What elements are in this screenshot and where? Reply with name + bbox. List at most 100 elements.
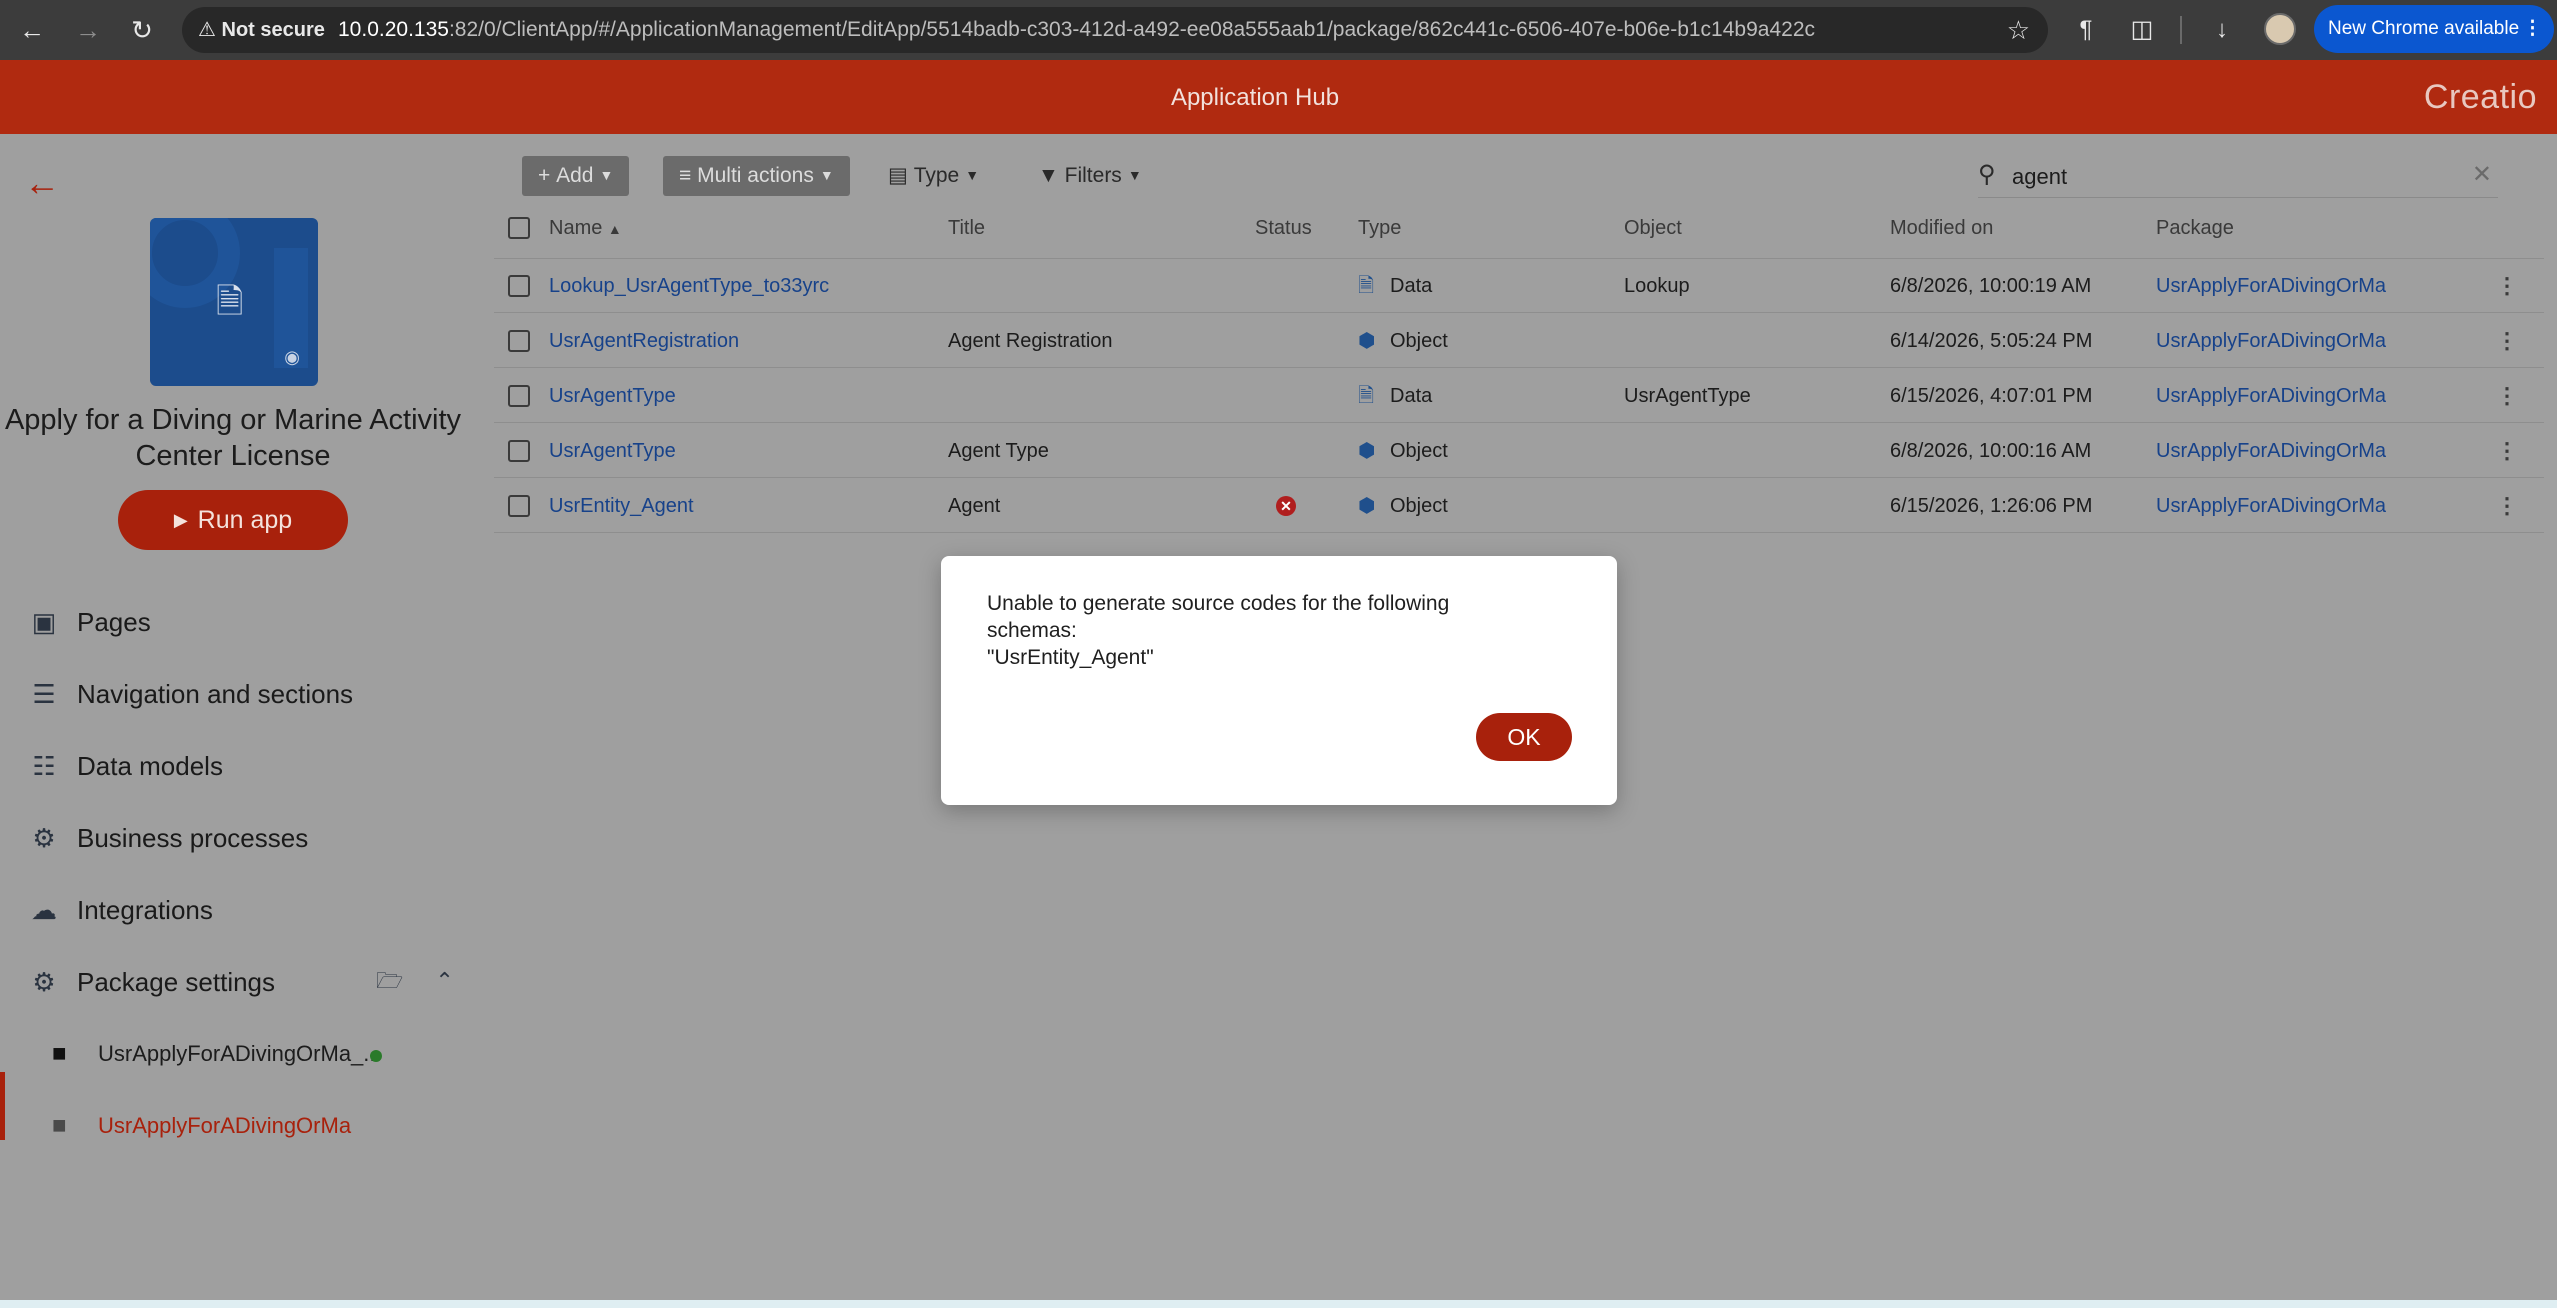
schema-package-link[interactable]: UsrApplyForADivingOrMa	[2156, 369, 2386, 423]
not-secure-label: Not secure	[221, 19, 325, 41]
funnel-icon: ▼	[1038, 164, 1059, 187]
schema-name-link[interactable]: UsrAgentRegistration	[549, 314, 739, 368]
schema-package-link[interactable]: UsrApplyForADivingOrMa	[2156, 259, 2386, 313]
row-menu-icon[interactable]: ⋮	[2496, 479, 2518, 533]
column-object[interactable]: Object	[1624, 208, 1682, 248]
back-arrow-icon[interactable]: ←	[24, 162, 60, 204]
reload-icon[interactable]: ↻	[124, 12, 160, 48]
row-menu-icon[interactable]: ⋮	[2496, 369, 2518, 423]
browser-toolbar: ← → ↻ ⚠ Not secure 10.0.20.135:82/0/Clie…	[0, 0, 2557, 60]
schema-modified: 6/8/2026, 10:00:16 AM	[1890, 440, 2092, 462]
schema-modified: 6/15/2026, 4:07:01 PM	[1890, 385, 2093, 407]
address-bar[interactable]: ⚠ Not secure 10.0.20.135:82/0/ClientApp/…	[182, 7, 2048, 53]
window-icon: ▣	[31, 607, 57, 637]
row-checkbox[interactable]	[508, 495, 530, 517]
schema-type-label: Object	[1390, 440, 1448, 462]
schema-package-link[interactable]: UsrApplyForADivingOrMa	[2156, 424, 2386, 478]
schema-package-link[interactable]: UsrApplyForADivingOrMa	[2156, 314, 2386, 368]
menu-item-label: Pages	[77, 607, 151, 637]
add-folder-icon[interactable]: 🗁	[376, 968, 403, 993]
play-icon: ▶	[173, 510, 188, 530]
new-chrome-available-button[interactable]: New Chrome available ⋮	[2314, 5, 2554, 53]
forward-icon[interactable]: →	[70, 12, 106, 48]
row-checkbox[interactable]	[508, 440, 530, 462]
creatio-logo: Creatio	[2423, 78, 2537, 116]
column-package[interactable]: Package	[2156, 208, 2234, 248]
type-label: Type	[913, 164, 960, 187]
schema-object: UsrAgentType	[1624, 385, 1751, 407]
row-menu-icon[interactable]: ⋮	[2496, 259, 2518, 313]
profile-avatar[interactable]	[2264, 13, 2296, 45]
plus-icon: +	[538, 164, 551, 187]
ok-button[interactable]: OK	[1476, 713, 1572, 761]
column-title[interactable]: Title	[948, 208, 985, 248]
caret-down-icon: ▼	[819, 167, 834, 183]
reading-mode-icon[interactable]: ¶	[2068, 12, 2104, 48]
row-menu-icon[interactable]: ⋮	[2496, 314, 2518, 368]
schema-modified: 6/14/2026, 5:05:24 PM	[1890, 330, 2093, 352]
caret-down-icon: ▼	[1127, 167, 1142, 183]
process-icon: ⚙	[32, 823, 56, 853]
cube-icon: ⬢	[1358, 330, 1376, 352]
back-icon[interactable]: ←	[14, 12, 50, 48]
bookmark-star-icon[interactable]: ☆	[2007, 14, 2030, 46]
gear-icon: ⚙	[32, 967, 56, 997]
table-row[interactable]: UsrEntity_Agent Agent ✕ ⬢ Object 6/15/202…	[494, 479, 2544, 533]
schema-name-link[interactable]: UsrEntity_Agent	[549, 479, 694, 533]
close-icon[interactable]: ✕	[2472, 160, 2492, 189]
row-menu-icon[interactable]: ⋮	[2496, 424, 2518, 478]
url-text[interactable]: 10.0.20.135:82/0/ClientApp/#/Application…	[338, 18, 1815, 42]
document-icon: 🗎	[216, 283, 244, 321]
run-app-button[interactable]: ▶ Run app	[118, 490, 348, 550]
more-options-icon: ⋮	[2523, 18, 2542, 39]
column-status[interactable]: Status	[1255, 208, 1312, 248]
row-checkbox[interactable]	[508, 330, 530, 352]
cube-icon: ⬢	[1358, 495, 1376, 517]
schema-type-label: Object	[1390, 330, 1448, 352]
schema-name-link[interactable]: Lookup_UsrAgentType_to33yrc	[549, 259, 829, 313]
grid-header: Name ▲ Title Status Type Object Modified…	[494, 208, 2544, 248]
row-checkbox[interactable]	[508, 385, 530, 407]
table-row[interactable]: UsrAgentType 🗎 Data UsrAgentType 6/15/202…	[494, 369, 2544, 423]
caret-down-icon: ▼	[599, 167, 614, 183]
error-status-icon[interactable]: ✕	[1276, 496, 1296, 516]
column-type[interactable]: Type	[1358, 208, 1401, 248]
schema-type: ⬢ Object	[1358, 479, 1448, 533]
table-row[interactable]: Lookup_UsrAgentType_to33yrc 🗎 Data Lookup…	[494, 259, 2544, 313]
filters-button[interactable]: ▼ Filters ▼	[1038, 156, 1142, 196]
add-button[interactable]: + Add ▼	[522, 156, 630, 196]
schema-type: ⬢ Object	[1358, 424, 1448, 478]
table-row[interactable]: UsrAgentType Agent Type ⬢ Object 6/8/2026…	[494, 424, 2544, 478]
folder-icon: ■	[52, 1112, 67, 1139]
type-filter-button[interactable]: ▤ Type ▼	[888, 156, 979, 196]
package-actions: 🗁 ⌃	[376, 964, 454, 994]
multi-actions-button[interactable]: ≡ Multi actions ▼	[663, 156, 850, 196]
schema-title: Agent	[948, 495, 1001, 517]
new-chrome-label: New Chrome available	[2328, 18, 2520, 39]
column-name[interactable]: Name ▲	[549, 208, 622, 249]
cube-icon: ⬢	[1358, 440, 1376, 462]
table-row[interactable]: UsrAgentRegistration Agent Registration …	[494, 314, 2544, 368]
eye-icon[interactable]: ◉	[284, 347, 300, 368]
schema-name-link[interactable]: UsrAgentType	[549, 424, 676, 478]
download-icon[interactable]: ↓	[2204, 12, 2240, 48]
lines-icon: ≡	[679, 164, 692, 187]
document-icon: 🗎	[1358, 275, 1375, 297]
schema-package-link[interactable]: UsrApplyForADivingOrMa	[2156, 479, 2386, 533]
search-value: agent	[2012, 164, 2068, 189]
menu-item-label: Navigation and sections	[77, 679, 354, 709]
schema-name-link[interactable]: UsrAgentType	[549, 369, 676, 423]
column-modified[interactable]: Modified on	[1890, 208, 1993, 248]
row-checkbox[interactable]	[508, 275, 530, 297]
list-icon: ☰	[32, 679, 56, 709]
select-all-checkbox[interactable]	[508, 217, 530, 239]
chevron-up-icon[interactable]: ⌃	[435, 968, 453, 993]
active-indicator	[0, 1072, 5, 1140]
database-icon: ☷	[32, 751, 56, 781]
package-label: UsrApplyForADivingOrMa	[98, 1113, 352, 1138]
extensions-icon[interactable]: ◫	[2124, 12, 2160, 48]
menu-item-label: Integrations	[77, 895, 213, 925]
cloud-icon: ☁	[31, 895, 57, 925]
search-input[interactable]: ⚲ agent ✕	[1978, 154, 2498, 198]
not-secure-indicator[interactable]: ⚠ Not secure	[198, 18, 348, 42]
